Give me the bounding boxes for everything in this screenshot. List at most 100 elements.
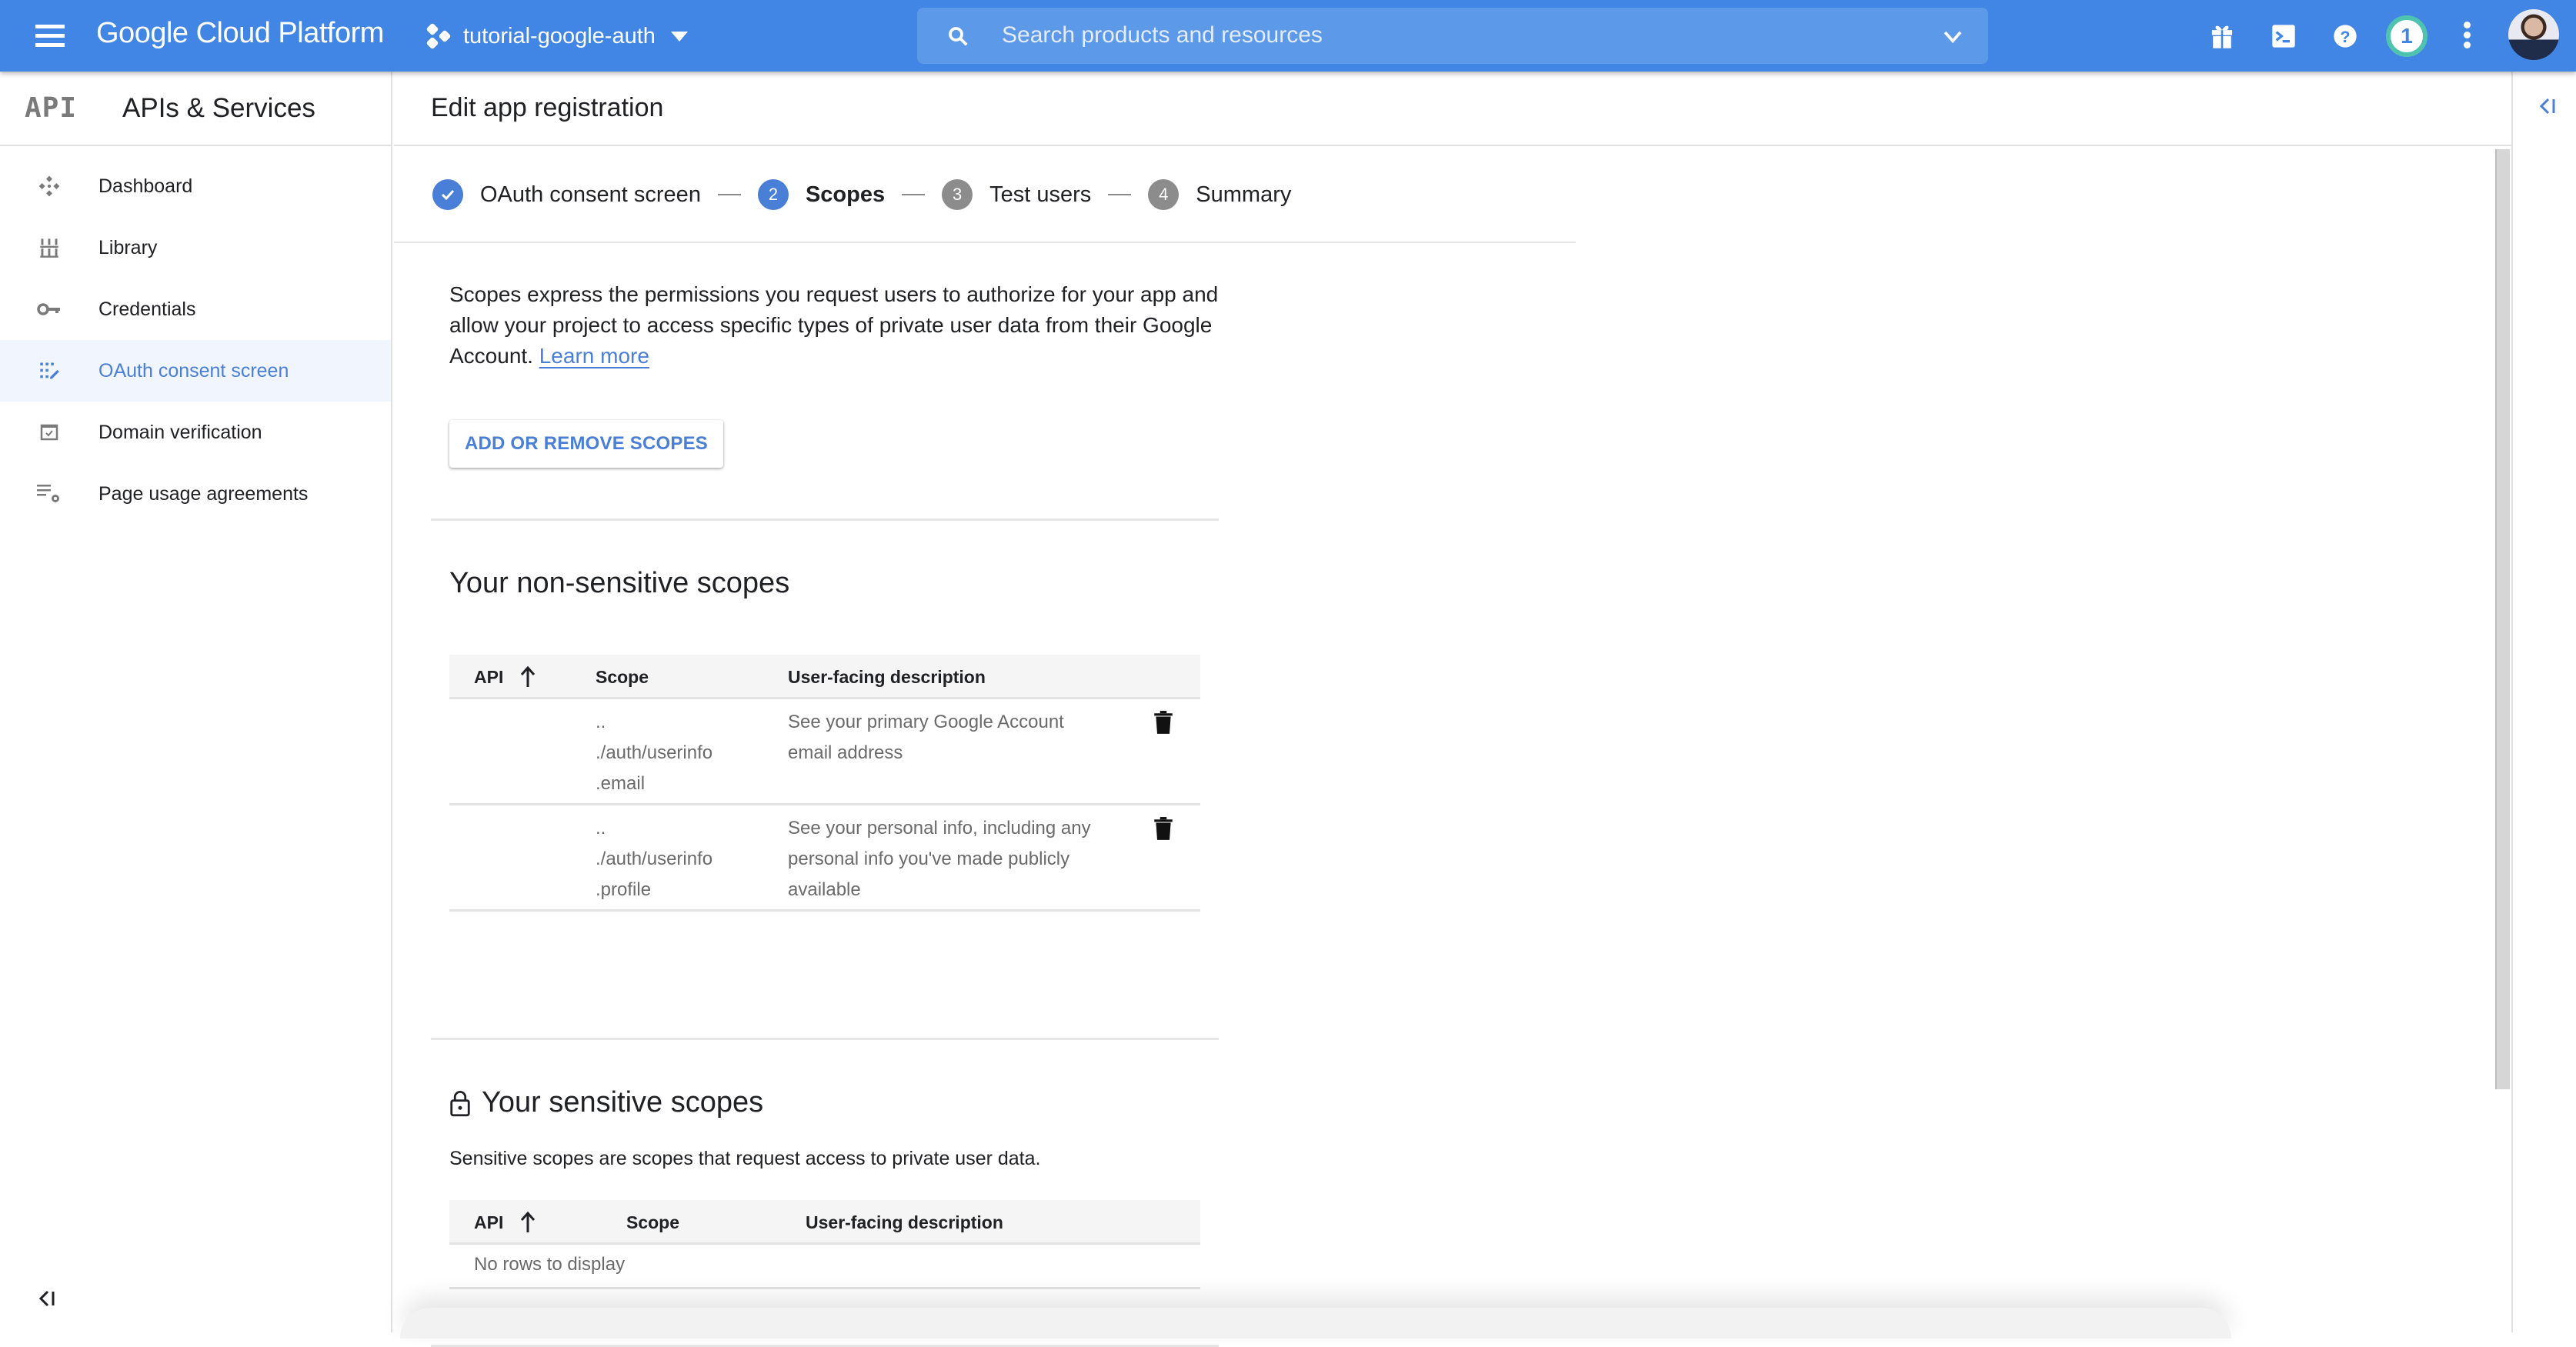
sidebar-item-label: Domain verification: [98, 421, 262, 443]
right-panel-rail: [2511, 72, 2576, 1332]
table-row-empty: No rows to display: [449, 1245, 1200, 1289]
scope-line: .profile: [596, 879, 652, 900]
table-header: API Scope User-facing description: [449, 1200, 1200, 1245]
project-icon: [425, 22, 452, 50]
step-separator: [1108, 194, 1132, 195]
main-content: Edit app registration OAuth consent scre…: [394, 72, 2511, 1347]
sidebar-item-label: Credentials: [98, 298, 196, 320]
domain-check-icon: [35, 423, 63, 442]
dashboard-icon: [35, 174, 63, 198]
sidebar-item-label: Page usage agreements: [98, 482, 309, 505]
check-icon: [432, 179, 463, 210]
settings-list-icon: [35, 483, 63, 505]
step-number: 3: [942, 179, 973, 210]
sidebar-item-label: OAuth consent screen: [98, 359, 289, 382]
sensitive-scopes-heading: Your sensitive scopes: [449, 1086, 763, 1119]
scope-line: .email: [596, 773, 646, 794]
step-test-users[interactable]: 3 Test users: [942, 179, 1091, 210]
divider: [431, 1038, 1219, 1040]
sidebar-item-dashboard[interactable]: Dashboard: [0, 155, 391, 217]
sidebar-title: APIs & Services: [122, 92, 315, 123]
api-logo-icon: API: [25, 92, 78, 124]
empty-state-text: No rows to display: [474, 1254, 626, 1275]
sort-ascending-icon[interactable]: [519, 1209, 537, 1235]
svg-text:?: ?: [2340, 28, 2350, 46]
step-number: 2: [757, 179, 789, 210]
scope-line: ./auth/userinfo: [596, 849, 713, 869]
page-header: Edit app registration: [394, 72, 2511, 146]
search-input[interactable]: [1002, 20, 1887, 51]
intro-text: Scopes express the permissions you reque…: [449, 279, 1219, 372]
scope-cell: .. ./auth/userinfo .profile: [596, 813, 712, 905]
scrollbar[interactable]: [2495, 149, 2510, 1089]
scope-line: ./auth/userinfo: [596, 742, 713, 763]
step-label: Scopes: [805, 182, 886, 207]
brand-title[interactable]: Google Cloud Platform: [96, 17, 384, 50]
column-header-api[interactable]: API: [474, 1212, 503, 1233]
column-header-scope: Scope: [626, 1212, 680, 1232]
collapse-sidebar-icon[interactable]: [37, 1287, 57, 1315]
caret-down-icon: [670, 31, 688, 42]
help-icon[interactable]: ?: [2329, 20, 2361, 52]
step-label: OAuth consent screen: [480, 182, 701, 207]
table-row: .. ./auth/userinfo .profile See your per…: [449, 805, 1200, 912]
cloud-shell-icon[interactable]: [2267, 20, 2300, 52]
description-cell: See your primary Google Account email ad…: [788, 712, 1064, 763]
sidebar-item-label: Dashboard: [98, 175, 193, 197]
step-separator: [717, 194, 741, 195]
stepper: OAuth consent screen 2 Scopes 3 Test use…: [394, 148, 1576, 243]
delete-icon[interactable]: [1153, 710, 1173, 735]
non-sensitive-scopes-title: Your non-sensitive scopes: [449, 567, 790, 599]
step-summary[interactable]: 4 Summary: [1148, 179, 1291, 210]
sensitive-scopes-table: API Scope User-facing description No row…: [449, 1200, 1200, 1289]
divider: [431, 518, 1219, 521]
step-label: Test users: [989, 182, 1092, 207]
avatar[interactable]: [2508, 9, 2559, 60]
step-separator: [902, 194, 926, 195]
key-icon: [35, 302, 63, 317]
step-oauth-consent-screen[interactable]: OAuth consent screen: [432, 179, 701, 210]
non-sensitive-scopes-table: API Scope User-facing description .. ./a…: [449, 655, 1200, 912]
scope-cell: .. ./auth/userinfo .email: [596, 707, 712, 799]
gift-icon[interactable]: [2206, 20, 2238, 52]
step-label: Summary: [1196, 182, 1292, 207]
sidebar-item-page-usage-agreements[interactable]: Page usage agreements: [0, 463, 391, 525]
step-scopes[interactable]: 2 Scopes: [757, 179, 886, 210]
oauth-consent-icon: [35, 360, 63, 382]
add-or-remove-scopes-button[interactable]: ADD OR REMOVE SCOPES: [449, 420, 723, 468]
search-bar[interactable]: [917, 8, 1988, 64]
top-bar: Google Cloud Platform tutorial-google-au…: [0, 0, 2576, 72]
sidebar-item-domain-verification[interactable]: Domain verification: [0, 402, 391, 463]
sort-ascending-icon[interactable]: [519, 664, 537, 690]
expand-panel-icon[interactable]: [2538, 95, 2558, 124]
sidebar-nav: Dashboard Library Credentials OAuth cons…: [0, 146, 391, 525]
sidebar: API APIs & Services Dashboard Library Cr…: [0, 72, 392, 1332]
project-name: tutorial-google-auth: [463, 23, 656, 48]
sidebar-header: API APIs & Services: [0, 72, 391, 146]
step-number: 4: [1148, 179, 1180, 210]
chevron-down-icon[interactable]: [1940, 25, 1965, 48]
scope-line: ..: [596, 712, 606, 732]
notifications-icon[interactable]: 1: [2386, 15, 2428, 57]
footer-bar: [400, 1308, 2231, 1339]
library-icon: [35, 237, 63, 258]
delete-icon[interactable]: [1153, 816, 1173, 841]
lock-icon: [450, 1090, 470, 1116]
learn-more-link[interactable]: Learn more: [539, 344, 649, 368]
project-selector[interactable]: tutorial-google-auth: [425, 17, 688, 55]
column-header-api[interactable]: API: [474, 667, 503, 688]
menu-icon[interactable]: [29, 20, 69, 52]
page-title: Edit app registration: [431, 93, 664, 122]
sidebar-item-credentials[interactable]: Credentials: [0, 278, 391, 340]
search-icon: [949, 27, 968, 46]
column-header-description: User-facing description: [788, 667, 986, 687]
sidebar-item-oauth-consent-screen[interactable]: OAuth consent screen: [0, 340, 391, 402]
column-header-scope: Scope: [596, 667, 649, 687]
sidebar-item-library[interactable]: Library: [0, 217, 391, 278]
scope-line: ..: [596, 818, 606, 839]
sensitive-scopes-subtitle: Sensitive scopes are scopes that request…: [449, 1148, 1041, 1169]
column-header-description: User-facing description: [806, 1212, 1003, 1232]
more-vert-icon[interactable]: [2459, 22, 2474, 52]
description-cell: See your personal info, including any pe…: [788, 818, 1091, 900]
sensitive-scopes-title: Your sensitive scopes: [482, 1086, 764, 1119]
